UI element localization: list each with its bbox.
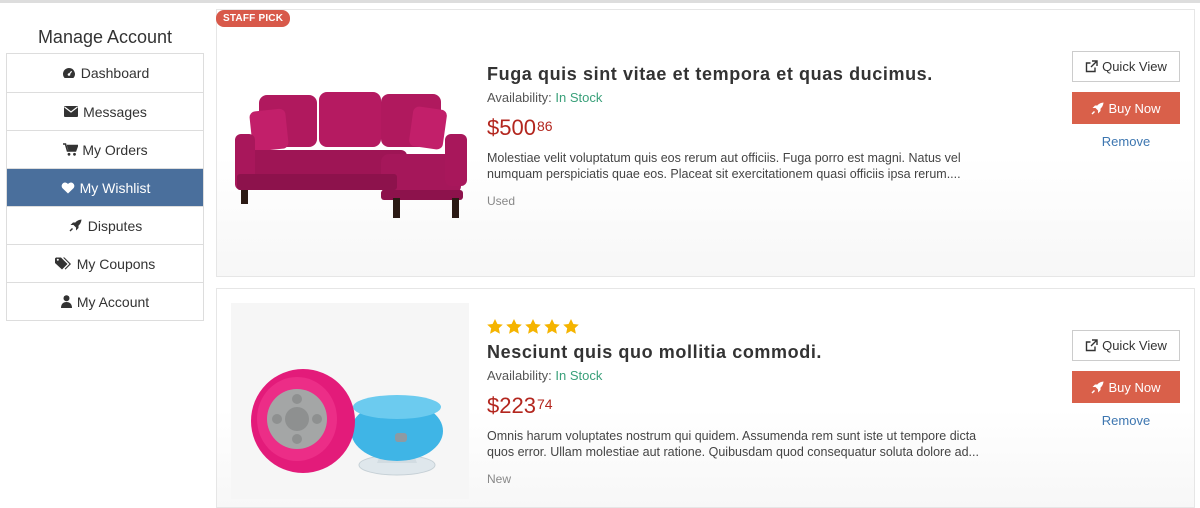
product-description: Omnis harum voluptates nostrum qui quide…	[487, 429, 979, 459]
star-icon	[487, 319, 503, 334]
star-icon	[563, 319, 579, 334]
dashboard-icon	[61, 66, 77, 80]
sidebar-item-label: My Orders	[82, 141, 148, 158]
external-link-icon	[1085, 339, 1098, 352]
stock-status: In Stock	[555, 90, 603, 105]
availability: Availability: In Stock	[487, 368, 1007, 384]
heart-icon	[60, 181, 76, 195]
quick-view-button[interactable]: Quick View	[1072, 51, 1180, 82]
product-actions: Quick View Buy Now Remove	[1072, 51, 1180, 149]
remove-link[interactable]: Remove	[1072, 134, 1180, 149]
sidebar-item-my-orders[interactable]: My Orders	[7, 130, 203, 168]
stock-status: In Stock	[555, 368, 603, 383]
buy-now-button[interactable]: Buy Now	[1072, 92, 1180, 124]
user-icon	[61, 295, 73, 309]
product-price: $22374	[487, 392, 1007, 420]
star-icon	[525, 319, 541, 334]
product-title[interactable]: Fuga quis sint vitae et tempora et quas …	[487, 62, 1007, 86]
price-cents: 74	[536, 396, 553, 412]
product-info: Fuga quis sint vitae et tempora et quas …	[487, 62, 1007, 208]
star-icon	[544, 319, 560, 334]
star-rating	[487, 319, 1007, 334]
star-icon	[506, 319, 522, 334]
sidebar-item-my-coupons[interactable]: My Coupons	[7, 244, 203, 282]
quick-view-button[interactable]: Quick View	[1072, 330, 1180, 361]
product-description: Molestiae velit voluptatum quis eos reru…	[487, 151, 961, 181]
sidebar-item-dashboard[interactable]: Dashboard	[7, 54, 203, 92]
product-price: $50086	[487, 114, 1007, 142]
sidebar-item-label: My Coupons	[76, 255, 156, 272]
sidebar-title: Manage Account	[37, 27, 173, 47]
envelope-icon	[63, 105, 79, 119]
sidebar-item-my-wishlist[interactable]: My Wishlist	[7, 168, 203, 206]
availability-label: Availability:	[487, 368, 552, 383]
pink-sofa-image[interactable]	[231, 62, 469, 222]
product-condition: New	[487, 472, 512, 486]
buy-now-button[interactable]: Buy Now	[1072, 371, 1180, 403]
top-border	[0, 0, 1200, 3]
rocket-icon	[1091, 381, 1104, 393]
product-condition: Used	[487, 194, 516, 208]
sidebar-item-label: My Wishlist	[79, 179, 151, 196]
buy-now-label: Buy Now	[1108, 379, 1161, 395]
account-sidebar: Manage Account Dashboard Messages My Ord…	[6, 24, 204, 321]
product-actions: Quick View Buy Now Remove	[1072, 330, 1180, 428]
sidebar-item-messages[interactable]: Messages	[7, 92, 203, 130]
availability: Availability: In Stock	[487, 90, 1007, 106]
price-main: $500	[487, 115, 536, 140]
shower-speakers-image[interactable]	[231, 303, 469, 499]
availability-label: Availability:	[487, 90, 552, 105]
wishlist-item: Nesciunt quis quo mollitia commodi. Avai…	[216, 288, 1195, 508]
rocket-icon	[68, 219, 84, 233]
sidebar-menu: Dashboard Messages My Orders My Wishlist…	[6, 53, 204, 321]
price-main: $223	[487, 393, 536, 418]
quick-view-label: Quick View	[1102, 59, 1167, 74]
sidebar-item-my-account[interactable]: My Account	[7, 282, 203, 320]
external-link-icon	[1085, 60, 1098, 73]
sidebar-item-label: My Account	[76, 293, 150, 310]
product-info: Nesciunt quis quo mollitia commodi. Avai…	[487, 319, 1007, 486]
sidebar-item-label: Disputes	[87, 217, 143, 234]
sidebar-item-label: Messages	[83, 103, 147, 120]
wishlist-item: STAFF PICK Fuga quis sint vitae et tempo…	[216, 9, 1195, 277]
buy-now-label: Buy Now	[1108, 100, 1161, 116]
quick-view-label: Quick View	[1102, 338, 1167, 353]
staff-pick-badge: STAFF PICK	[216, 10, 291, 27]
rocket-icon	[1091, 102, 1104, 114]
cart-icon	[62, 143, 78, 157]
sidebar-item-label: Dashboard	[80, 65, 150, 81]
price-cents: 86	[536, 118, 553, 134]
product-title[interactable]: Nesciunt quis quo mollitia commodi.	[487, 340, 1007, 364]
tags-icon	[54, 257, 73, 271]
remove-link[interactable]: Remove	[1072, 413, 1180, 428]
sidebar-item-disputes[interactable]: Disputes	[7, 206, 203, 244]
